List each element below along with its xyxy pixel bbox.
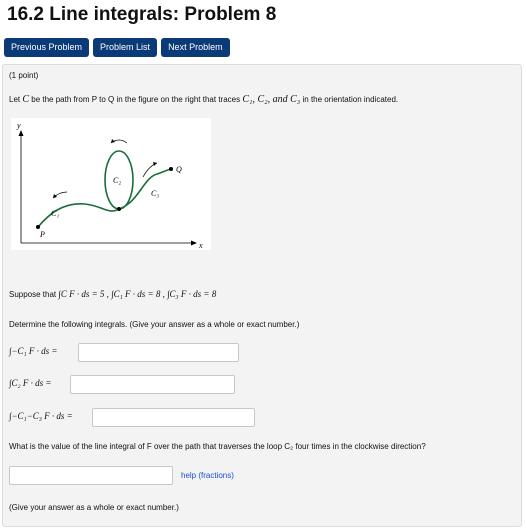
statement-prefix: Let [9, 95, 23, 104]
x-axis-arrow [191, 240, 197, 246]
statement-c: C [22, 94, 30, 105]
determine-instruction: Determine the following integrals. (Give… [9, 320, 300, 329]
point-q [169, 167, 173, 171]
problem-statement: Let C be the path from P to Q in the fig… [9, 94, 398, 105]
label-q: Q [176, 165, 182, 174]
help-fractions-link[interactable]: help (fractions) [181, 471, 234, 480]
y-axis-arrow [18, 130, 24, 136]
c3-arrowhead [153, 162, 157, 166]
statement-mid: be the path from P to Q in the figure on… [29, 95, 243, 104]
q3-label: ∫−C₁−C₃ F · ds = [9, 411, 73, 421]
page-title: 16.2 Line integrals: Problem 8 [7, 4, 277, 25]
statement-curves: C₁, C₂, and C₃ [242, 94, 301, 105]
path-figure-svg: y x P Q C₁ C₂ C₃ [16, 121, 203, 250]
label-c2: C₂ [113, 176, 121, 185]
path-figure: y x P Q C₁ C₂ C₃ [11, 118, 211, 250]
y-axis-label: y [16, 121, 21, 130]
statement-suffix: in the orientation indicated. [300, 95, 399, 104]
label-c1: C₁ [51, 209, 59, 218]
problem-list-button[interactable]: Problem List [93, 38, 158, 57]
given-prefix: Suppose that [9, 290, 59, 299]
q4-question: What is the value of the line integral o… [9, 442, 426, 451]
points-label: (1 point) [9, 71, 39, 80]
given-integrals: ∫C F · ds = 5 , ∫C₁ F · ds = 8 , ∫C₃ F ·… [58, 289, 217, 299]
q1-label: ∫−C₁ F · ds = [9, 346, 58, 356]
given-values: Suppose that ∫C F · ds = 5 , ∫C₁ F · ds … [9, 289, 216, 299]
q2-answer-input[interactable] [70, 375, 235, 394]
previous-problem-button[interactable]: Previous Problem [4, 38, 90, 57]
c1-arrowhead [53, 194, 57, 198]
label-p: P [39, 230, 45, 239]
answer-format-note: (Give your answer as a whole or exact nu… [9, 503, 179, 512]
q1-answer-input[interactable] [78, 343, 239, 362]
next-problem-button[interactable]: Next Problem [161, 38, 230, 57]
q3-answer-input[interactable] [92, 408, 255, 427]
q2-label: ∫C₂ F · ds = [9, 378, 52, 388]
loop-junction-point [117, 207, 121, 211]
q4-answer-input[interactable] [9, 466, 173, 485]
label-c3: C₃ [151, 189, 159, 198]
point-p [36, 225, 40, 229]
problem-nav: Previous Problem Problem List Next Probl… [4, 38, 230, 57]
x-axis-label: x [198, 241, 203, 250]
